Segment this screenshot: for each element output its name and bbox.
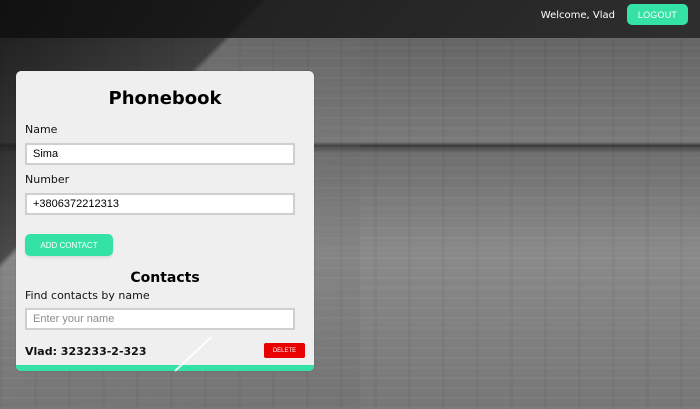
name-label: Name [25, 123, 58, 136]
number-label: Number [25, 173, 70, 186]
top-bar: Welcome, Vlad LOGOUT [0, 0, 700, 38]
logout-button[interactable]: LOGOUT [627, 4, 688, 25]
add-contact-button[interactable]: ADD CONTACT [25, 234, 113, 256]
contact-list-item: Vlad: 323233-2-323 DELETE [25, 343, 305, 363]
number-input[interactable] [25, 193, 295, 215]
contact-entry-text: Vlad: 323233-2-323 [25, 345, 147, 358]
search-label: Find contacts by name [25, 289, 150, 302]
search-input[interactable] [25, 308, 295, 330]
name-input[interactable] [25, 143, 295, 165]
welcome-text: Welcome, Vlad [540, 10, 615, 21]
phonebook-card: Phonebook Name Number ADD CONTACT Contac… [16, 71, 314, 371]
contacts-heading: Contacts [130, 270, 200, 286]
delete-contact-button[interactable]: DELETE [264, 343, 305, 358]
page-title: Phonebook [108, 88, 222, 109]
